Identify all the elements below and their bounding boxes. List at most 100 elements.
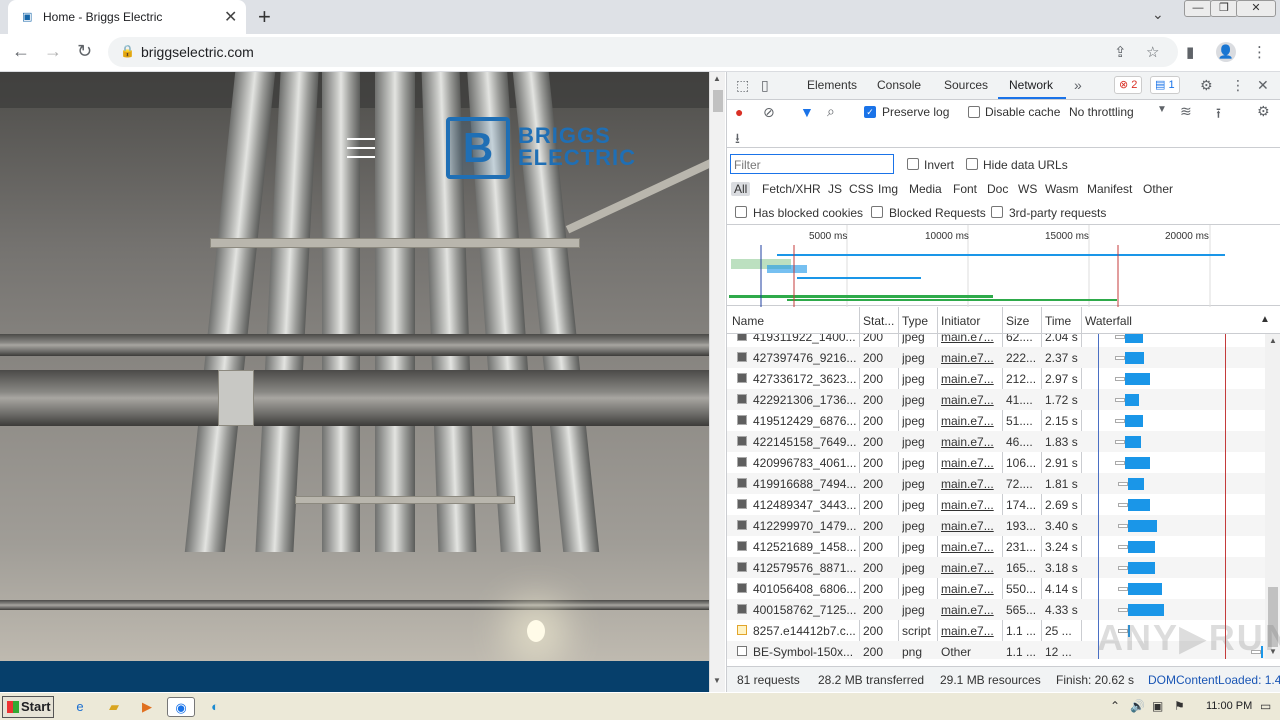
request-row[interactable]: 401056408_6806... 200 jpeg main.e7... 550...… [727, 578, 1265, 599]
filter-type-font[interactable]: Font [953, 182, 977, 196]
media-player-icon[interactable]: ▶ [137, 697, 157, 717]
tab-search-chevron-icon[interactable]: ⌄ [1152, 6, 1164, 23]
invert-checkbox[interactable] [907, 158, 919, 170]
internet-explorer-icon[interactable]: e [70, 697, 90, 717]
request-initiator[interactable]: main.e7... [941, 334, 1001, 344]
inspect-element-icon[interactable]: ⬚ [736, 77, 749, 94]
column-name[interactable]: Name [732, 314, 764, 328]
throttling-dropdown-icon[interactable]: ▼ [1157, 104, 1167, 115]
clear-icon[interactable]: ⊘ [763, 104, 775, 121]
throttling-select[interactable]: No throttling [1069, 105, 1134, 119]
network-tray-icon[interactable]: ▣ [1152, 699, 1163, 713]
column-waterfall[interactable]: Waterfall [1085, 314, 1132, 328]
request-row[interactable]: 420996783_4061... 200 jpeg main.e7... 106...… [727, 452, 1265, 473]
show-desktop-icon[interactable]: ▭ [1260, 699, 1271, 713]
column-type[interactable]: Type [902, 314, 928, 328]
request-initiator[interactable]: main.e7... [941, 498, 1001, 512]
reload-icon[interactable]: ↻ [77, 41, 92, 62]
filter-funnel-icon[interactable]: ▼ [800, 104, 814, 120]
tab-console[interactable]: Console [877, 78, 921, 92]
share-icon[interactable]: ⇪ [1114, 43, 1127, 61]
lock-icon[interactable]: 🔒 [120, 44, 135, 58]
filter-type-all[interactable]: All [731, 182, 751, 196]
settings-gear-icon[interactable]: ⚙ [1200, 77, 1213, 94]
preserve-log-checkbox[interactable]: ✓ [864, 106, 876, 118]
request-row[interactable]: 419512429_6876... 200 jpeg main.e7... 51....… [727, 410, 1265, 431]
minimize-window-button[interactable]: — [1184, 0, 1212, 17]
error-count-badge[interactable]: ⊗ 2 [1114, 76, 1143, 94]
import-har-icon[interactable]: ⭱ [1216, 103, 1221, 127]
column-initiator[interactable]: Initiator [941, 314, 980, 328]
hide-data-urls-checkbox[interactable] [966, 158, 978, 170]
blocked-requests-checkbox[interactable] [871, 206, 883, 218]
request-row[interactable]: 422145158_7649... 200 jpeg main.e7... 46....… [727, 431, 1265, 452]
search-icon[interactable]: ⌕ [827, 103, 835, 120]
request-initiator[interactable]: main.e7... [941, 393, 1001, 407]
bookmark-star-icon[interactable]: ☆ [1146, 43, 1159, 61]
filter-type-wasm[interactable]: Wasm [1045, 182, 1079, 196]
sort-ascending-icon[interactable]: ▲ [1260, 314, 1270, 325]
flag-tray-icon[interactable]: ⚑ [1174, 699, 1185, 713]
filter-type-css[interactable]: CSS [849, 182, 874, 196]
filter-type-img[interactable]: Img [878, 182, 898, 196]
filter-type-media[interactable]: Media [909, 182, 942, 196]
tab-network[interactable]: Network [1009, 78, 1053, 92]
request-initiator[interactable]: main.e7... [941, 603, 1001, 617]
filter-type-other[interactable]: Other [1143, 182, 1173, 196]
filter-type-js[interactable]: JS [828, 182, 842, 196]
request-initiator[interactable]: main.e7... [941, 540, 1001, 554]
restore-window-button[interactable]: ❐ [1210, 0, 1238, 17]
filter-type-ws[interactable]: WS [1018, 182, 1037, 196]
close-devtools-icon[interactable]: ✕ [1257, 77, 1269, 94]
request-row[interactable]: 412579576_8871... 200 jpeg main.e7... 165...… [727, 557, 1265, 578]
start-button[interactable]: Start [2, 696, 54, 718]
request-initiator[interactable]: main.e7... [941, 477, 1001, 491]
browser-tab[interactable]: ▣ Home - Briggs Electric ✕ [8, 0, 246, 34]
request-row[interactable]: 412299970_1479... 200 jpeg main.e7... 193...… [727, 515, 1265, 536]
back-arrow-icon[interactable]: ← [12, 41, 30, 62]
close-tab-icon[interactable]: ✕ [224, 7, 237, 27]
request-initiator[interactable]: main.e7... [941, 624, 1001, 638]
edge-icon[interactable]: ◐ [205, 697, 225, 717]
hamburger-menu-icon[interactable] [347, 138, 375, 158]
column-time[interactable]: Time [1045, 314, 1071, 328]
page-scroll-thumb[interactable] [713, 90, 723, 112]
message-count-badge[interactable]: ▤ 1 [1150, 76, 1180, 94]
filter-type-doc[interactable]: Doc [987, 182, 1008, 196]
profile-avatar-icon[interactable]: 👤 [1216, 42, 1236, 62]
request-initiator[interactable]: main.e7... [941, 561, 1001, 575]
network-overview-timeline[interactable]: 5000 ms 10000 ms 15000 ms 20000 ms [727, 224, 1280, 307]
request-row[interactable]: 419311922_1400... 200 jpeg main.e7... 62....… [727, 334, 1265, 347]
page-scrollbar[interactable]: ▲ ▼ [709, 72, 725, 692]
new-tab-icon[interactable]: + [258, 4, 271, 30]
filter-type-manifest[interactable]: Manifest [1087, 182, 1132, 196]
tab-sources[interactable]: Sources [944, 78, 988, 92]
request-initiator[interactable]: Other [941, 645, 1001, 659]
folder-icon[interactable]: ▰ [104, 697, 124, 717]
disable-cache-checkbox[interactable] [968, 106, 980, 118]
chrome-taskbar-icon[interactable]: ◉ [167, 697, 195, 717]
address-bar[interactable]: 🔒 briggselectric.com ⇪ ☆ [108, 37, 1178, 67]
request-initiator[interactable]: main.e7... [941, 456, 1001, 470]
third-party-checkbox[interactable] [991, 206, 1003, 218]
close-window-button[interactable]: ✕ [1236, 0, 1276, 17]
request-initiator[interactable]: main.e7... [941, 414, 1001, 428]
request-initiator[interactable]: main.e7... [941, 351, 1001, 365]
requests-scrollbar[interactable]: ▲ ▼ [1265, 334, 1280, 659]
scroll-up-arrow-icon[interactable]: ▲ [713, 74, 721, 83]
request-initiator[interactable]: main.e7... [941, 372, 1001, 386]
url-text[interactable]: briggselectric.com [141, 44, 254, 60]
filter-input[interactable]: Filter [730, 154, 894, 174]
tray-expand-icon[interactable]: ⌃ [1110, 699, 1120, 713]
request-row[interactable]: 419916688_7494... 200 jpeg main.e7... 72....… [727, 473, 1265, 494]
column-size[interactable]: Size [1006, 314, 1029, 328]
request-row[interactable]: 422921306_1736... 200 jpeg main.e7... 41....… [727, 389, 1265, 410]
network-conditions-icon[interactable]: ≋ [1180, 103, 1192, 120]
column-status[interactable]: Stat... [863, 314, 894, 328]
forward-arrow-icon[interactable]: → [44, 41, 62, 62]
scroll-down-arrow-icon[interactable]: ▼ [713, 676, 721, 685]
device-toolbar-icon[interactable]: ▯ [761, 77, 769, 94]
export-har-icon[interactable]: ⭳ [735, 128, 740, 152]
network-settings-gear-icon[interactable]: ⚙ [1257, 103, 1270, 120]
request-row[interactable]: 427336172_3623... 200 jpeg main.e7... 212...… [727, 368, 1265, 389]
